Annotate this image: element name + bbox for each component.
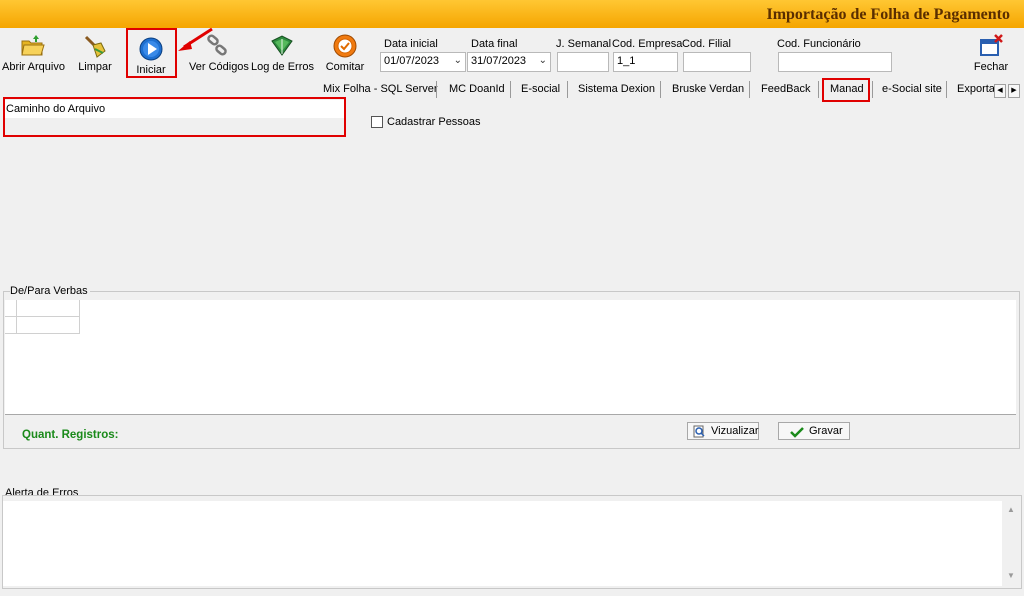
window-title: Importação de Folha de Pagamento <box>766 6 1010 23</box>
chevron-down-icon[interactable]: ⌄ <box>454 55 462 66</box>
save-button-label: Gravar <box>809 425 843 437</box>
mapping-divider <box>5 414 1016 415</box>
start-date-picker[interactable]: 01/07/2023 ⌄ <box>380 52 466 72</box>
file-path-highlight <box>3 97 346 137</box>
book-icon <box>271 35 293 56</box>
magnifier-icon <box>693 425 705 438</box>
tab-divider <box>510 81 511 98</box>
clear-button[interactable]: Limpar <box>76 33 114 73</box>
tab-divider <box>872 81 873 98</box>
close-label: Fechar <box>973 61 1009 73</box>
tab-feedback[interactable]: FeedBack <box>761 78 811 100</box>
view-button[interactable]: Vizualizar <box>687 422 759 440</box>
title-bar: Importação de Folha de Pagamento <box>0 0 1024 28</box>
save-button[interactable]: Gravar <box>778 422 850 440</box>
tab-divider <box>660 81 661 98</box>
tab-exporta[interactable]: Exporta <box>957 78 995 100</box>
records-count-label: Quant. Registros: <box>22 429 119 441</box>
tab-divider <box>749 81 750 98</box>
chain-link-icon <box>207 34 227 56</box>
mapping-title: De/Para Verbas <box>10 285 90 297</box>
error-log-label: Log de Erros <box>251 61 314 73</box>
branch-code-label: Cod. Filial <box>682 38 731 50</box>
commit-button[interactable]: Comitar <box>324 33 366 73</box>
scroll-up-icon[interactable]: ▲ <box>1007 505 1015 514</box>
tab-mc-doanid[interactable]: MC DoanId <box>449 78 505 100</box>
view-button-label: Vizualizar <box>711 425 759 437</box>
folder-open-icon <box>21 35 45 56</box>
end-date-label: Data final <box>471 38 518 50</box>
company-code-label: Cod. Empresa <box>612 38 683 50</box>
start-date-value: 01/07/2023 <box>384 55 440 67</box>
register-people-label[interactable]: Cadastrar Pessoas <box>387 116 481 128</box>
scroll-down-icon[interactable]: ▼ <box>1007 571 1015 580</box>
broom-icon <box>84 35 106 58</box>
tab-scroll-left-icon[interactable]: ◀ <box>994 84 1006 98</box>
end-date-picker[interactable]: 31/07/2023 ⌄ <box>467 52 551 72</box>
end-date-value: 31/07/2023 <box>471 55 527 67</box>
clear-label: Limpar <box>78 61 112 73</box>
view-codes-label: Ver Códigos <box>189 61 249 73</box>
weekly-label: J. Semanal <box>556 38 612 50</box>
weekly-input[interactable] <box>557 52 609 72</box>
tab-divider <box>818 81 819 98</box>
register-people-checkbox[interactable] <box>371 116 383 128</box>
check-circle-icon <box>333 34 357 58</box>
company-code-value: 1_1 <box>617 55 636 67</box>
error-log-button[interactable]: Log de Erros <box>251 33 314 73</box>
manad-tab-highlight <box>822 78 870 102</box>
view-codes-button[interactable]: Ver Códigos <box>189 33 249 73</box>
tab-sistema-dexion[interactable]: Sistema Dexion <box>578 78 655 100</box>
branch-code-input[interactable] <box>683 52 751 72</box>
tab-strip: Mix Folha - SQL Server MC DoanId E-socia… <box>315 78 995 100</box>
tab-divider <box>567 81 568 98</box>
company-code-input[interactable]: 1_1 <box>613 52 678 72</box>
mapping-grid[interactable] <box>5 300 1016 414</box>
tab-scroll-right-icon[interactable]: ▶ <box>1008 84 1020 98</box>
start-highlight <box>126 28 177 78</box>
checkmark-icon <box>790 427 804 438</box>
open-file-button[interactable]: Abrir Arquivo <box>2 33 65 73</box>
employee-code-input[interactable] <box>778 52 892 72</box>
errors-textarea[interactable] <box>3 501 1002 586</box>
errors-scrollbar[interactable]: ▲ ▼ <box>1003 501 1020 586</box>
start-date-label: Data inicial <box>384 38 438 50</box>
chevron-down-icon[interactable]: ⌄ <box>539 55 547 66</box>
open-file-label: Abrir Arquivo <box>2 61 65 73</box>
employee-code-label: Cod. Funcionário <box>777 38 861 50</box>
commit-label: Comitar <box>325 61 365 73</box>
close-window-icon <box>980 34 1003 56</box>
close-button[interactable]: Fechar <box>970 33 1012 73</box>
tab-divider <box>436 81 437 98</box>
tab-divider <box>946 81 947 98</box>
grid-divider <box>16 300 17 333</box>
tab-esocial-site[interactable]: e-Social site <box>882 78 942 100</box>
tab-bruske-verdan[interactable]: Bruske Verdan <box>672 78 744 100</box>
tab-esocial[interactable]: E-social <box>521 78 560 100</box>
